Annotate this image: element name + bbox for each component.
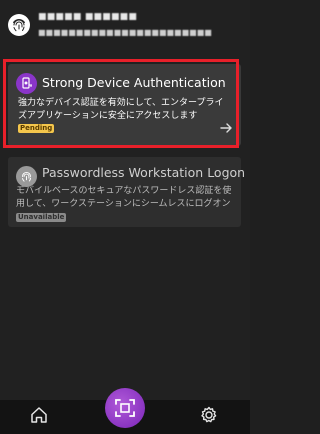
status-badge: Unavailable — [16, 213, 67, 222]
user-email: ■■■■■■■■■■■■■■■■■■■■■■■ — [38, 28, 212, 37]
description-line: モバイルベースのセキュアなパスワードレス認証を使 — [16, 186, 232, 196]
scan-button[interactable] — [105, 388, 145, 428]
card-description: モバイルベースのセキュアなパスワードレス認証を使 用して、ワークステーションにシ… — [16, 185, 238, 211]
gear-icon[interactable] — [199, 405, 219, 425]
app-screen: ■■■■■ ■■■■■■ ■■■■■■■■■■■■■■■■■■■■■■■ Str… — [0, 0, 250, 434]
fingerprint-icon — [16, 166, 37, 187]
description-line: 用して、ワークステーションにシームレスにログオン — [16, 199, 231, 209]
home-icon[interactable] — [29, 405, 49, 425]
card-title: Passwordless Workstation Logon — [42, 165, 246, 180]
user-name: ■■■■■ ■■■■■■ — [38, 12, 138, 22]
passwordless-workstation-logon-card[interactable]: Passwordless Workstation Logon モバイルベースのセ… — [8, 157, 245, 227]
profile-header: ■■■■■ ■■■■■■ ■■■■■■■■■■■■■■■■■■■■■■■ — [0, 0, 250, 50]
highlight-box — [3, 59, 239, 148]
scan-icon — [115, 399, 135, 417]
fingerprint-icon — [8, 14, 30, 36]
